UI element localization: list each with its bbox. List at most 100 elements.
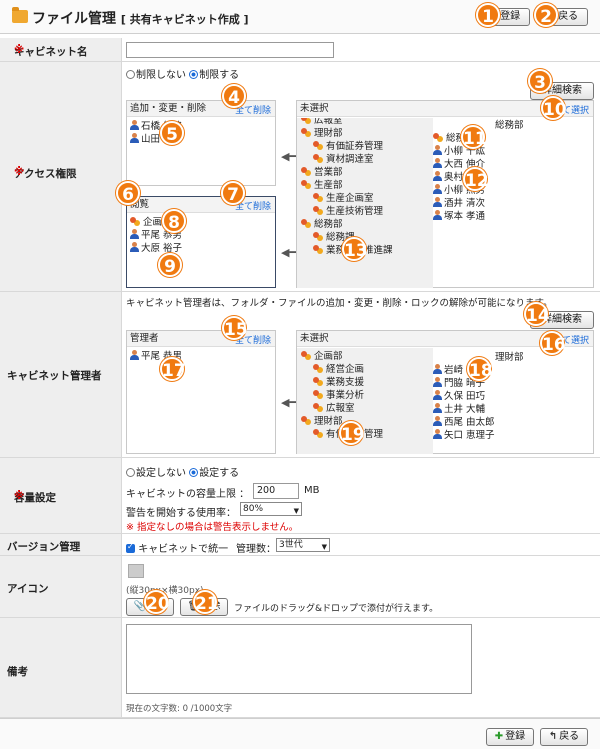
group-icon [313, 428, 324, 438]
group-icon [301, 218, 312, 228]
group-icon [313, 205, 324, 215]
capacity-radio-group: 設定しない 設定する [126, 464, 239, 479]
list-item[interactable]: 企画部 [130, 216, 272, 229]
remarks-row: 備考 現在の文字数: 0 /1000文字 [0, 618, 600, 718]
group-icon [313, 402, 324, 412]
callout-badge: 13 [342, 237, 368, 261]
user-icon [433, 197, 442, 207]
capacity-off-radio[interactable]: 設定しない [126, 468, 186, 479]
access-radio-group: 制限しない 制限する [126, 66, 239, 81]
user-icon [130, 133, 139, 143]
list-item[interactable]: 石橋 総務 [130, 120, 272, 133]
back-arrow-icon: ↰ [548, 731, 558, 742]
footer-back-button[interactable]: ↰ 戻る [540, 728, 588, 746]
callout-badge: 11 [461, 125, 487, 149]
capacity-limit-label: キャビネットの容量上限 ： [126, 489, 250, 500]
group-icon [313, 231, 324, 241]
group-icon [301, 350, 312, 360]
user-icon [433, 377, 442, 387]
callout-badge: 18 [467, 357, 493, 381]
group-icon [313, 389, 324, 399]
callout-badge: 3 [528, 69, 552, 93]
manager-member-list[interactable]: 理財部 岩崎 由香 門脇 晴子 久保 田巧 土井 大輔 西尾 由太郎 矢口 恵理… [433, 351, 593, 442]
checkbox-icon [126, 542, 135, 553]
plus-icon: ✚ [494, 731, 504, 742]
callout-badge: 19 [339, 421, 365, 445]
version-unify-checkbox[interactable]: キャビネットで統一 [126, 540, 228, 555]
access-unlimited-radio[interactable]: 制限しない [126, 70, 186, 81]
user-icon [130, 120, 139, 130]
manager-row: キャビネット管理者 キャビネット管理者は、フォルダ・ファイルの追加・変更・削除・… [0, 292, 600, 458]
drop-hint: ファイルのドラッグ&ドロップで添付が行えます。 [234, 604, 439, 614]
page-title: ファイル管理 [ 共有キャビネット作成 ] [32, 11, 249, 27]
move-left-arrow-icon[interactable]: ◀━ [281, 246, 296, 259]
icon-row: アイコン (縦30px×横30px) 📎添付 🗑削除 ファイルのドラッグ&ドロッ… [0, 556, 600, 618]
access-unselected-panel: 未選択 全て選択 広報室 理財部 有価証券管理 資材調達室 営業部 生産部 生産… [296, 100, 594, 288]
user-icon [433, 364, 442, 374]
group-icon [301, 118, 312, 124]
manager-group-tree[interactable]: 企画部 経営企画 業務支援 事業分析 広報室 理財部 有価証券管理 [297, 348, 433, 454]
move-left-arrow-icon[interactable]: ◀━ [281, 396, 296, 409]
group-icon [313, 244, 324, 254]
group-icon [130, 216, 141, 226]
callout-badge: 20 [144, 590, 170, 614]
cabinet-icon [128, 564, 144, 578]
group-icon [313, 363, 324, 373]
user-icon [130, 242, 139, 252]
remarks-textarea[interactable] [126, 624, 472, 694]
access-limited-radio[interactable]: 制限する [189, 70, 239, 81]
list-item[interactable]: 大原 裕子 [130, 242, 272, 255]
callout-badge: 17 [160, 357, 186, 381]
user-icon [433, 390, 442, 400]
callout-badge: 14 [524, 302, 550, 326]
version-count-select[interactable]: 3世代 [276, 538, 330, 553]
callout-badge: 6 [116, 181, 140, 205]
group-icon [301, 166, 312, 176]
access-row: アクセス権限 ※ 制限しない 制限する 詳細検索 追加・変更・削除 全て削除 石… [0, 62, 600, 292]
footer-register-button[interactable]: ✚ 登録 [486, 728, 534, 746]
capacity-limit-input[interactable]: 200 [253, 483, 299, 499]
remarks-counter: 現在の文字数: 0 /1000文字 [126, 704, 233, 714]
manager-description: キャビネット管理者は、フォルダ・ファイルの追加・変更・削除・ロックの解除が可能に… [126, 298, 553, 309]
group-icon [313, 140, 324, 150]
access-member-list[interactable]: 総務部 総務部 小柳 千紘 大西 伸介 奥村 宏樹 小柳 照男 酒井 清次 塚本… [433, 119, 593, 223]
capacity-unit: MB [304, 485, 320, 496]
version-count-label: 管理数： [236, 544, 276, 555]
group-icon [301, 415, 312, 425]
group-icon [313, 376, 324, 386]
user-icon [433, 145, 442, 155]
move-left-arrow-icon[interactable]: ◀━ [281, 150, 296, 163]
callout-badge: 15 [222, 316, 248, 340]
page-header: ファイル管理 [ 共有キャビネット作成 ] ✚登録 ↰戻る [0, 0, 600, 34]
cabinet-name-input[interactable] [126, 42, 334, 58]
list-item[interactable]: 平尾 恭男 [130, 229, 272, 242]
user-icon [433, 210, 442, 220]
capacity-warn-select[interactable]: 80% [240, 502, 302, 517]
user-icon [433, 171, 442, 181]
access-edit-panel: 追加・変更・削除 全て削除 石橋 総務 山田 一郎 [126, 100, 276, 186]
callout-badge: 2 [534, 3, 558, 27]
capacity-warn-note: ※ 指定なしの場合は警告表示しません。 [126, 522, 299, 533]
version-row: バージョン管理 キャビネットで統一 管理数： 3世代 [0, 534, 600, 556]
user-icon [130, 350, 139, 360]
user-icon [433, 184, 442, 194]
manager-panel: 管理者 全て削除 平尾 恭男 [126, 330, 276, 454]
list-item[interactable]: 平尾 恭男 [130, 350, 272, 363]
user-icon [433, 416, 442, 426]
folder-icon [12, 7, 28, 23]
callout-badge: 12 [463, 167, 489, 191]
access-group-tree[interactable]: 広報室 理財部 有価証券管理 資材調達室 営業部 生産部 生産企画室 生産技術管… [297, 118, 433, 288]
group-icon [313, 153, 324, 163]
list-item[interactable]: 山田 一郎 [130, 133, 272, 146]
page-footer: ✚ 登録 ↰ 戻る [0, 718, 600, 749]
callout-badge: 7 [221, 181, 245, 205]
callout-badge: 9 [158, 253, 182, 277]
callout-badge: 16 [540, 331, 566, 355]
callout-badge: 1 [476, 3, 500, 27]
capacity-on-radio[interactable]: 設定する [189, 468, 239, 479]
callout-badge: 10 [541, 96, 567, 120]
user-icon [130, 229, 139, 239]
group-icon [301, 179, 312, 189]
user-icon [433, 403, 442, 413]
callout-badge: 4 [222, 84, 246, 108]
